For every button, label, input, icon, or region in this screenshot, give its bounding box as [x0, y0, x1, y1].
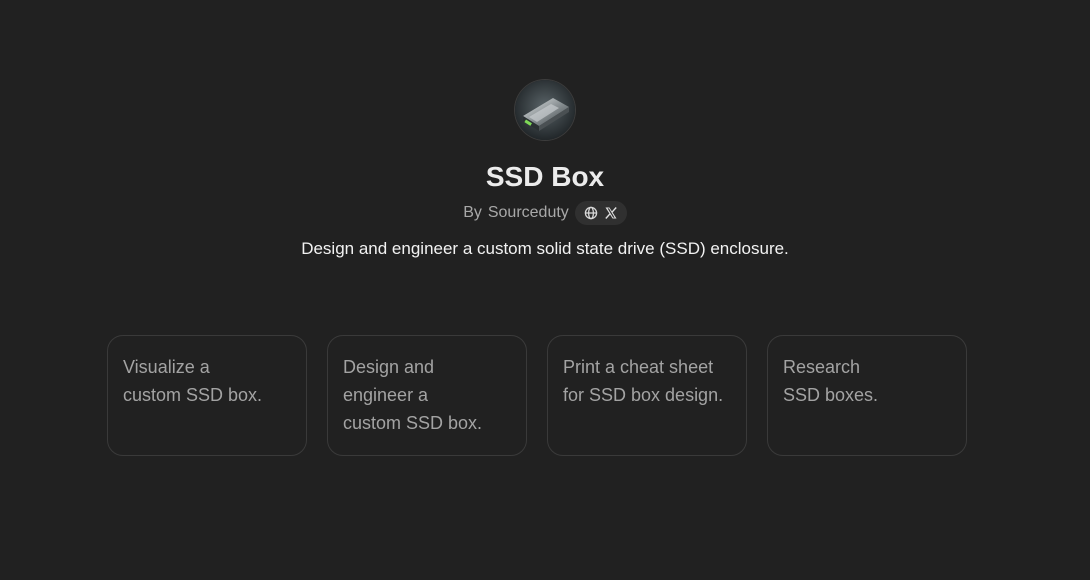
social-links: [574, 201, 627, 225]
gpt-avatar: [515, 80, 575, 140]
starter-card[interactable]: Visualize a custom SSD box.: [107, 335, 307, 456]
starter-line: Design and: [343, 357, 435, 377]
starter-line: Research: [783, 357, 861, 377]
starter-card[interactable]: Research SSD boxes.: [767, 335, 967, 456]
starter-line: Visualize a: [123, 357, 210, 377]
starter-line: engineer a: [343, 385, 429, 405]
starter-card[interactable]: Design and engineer a custom SSD box.: [327, 335, 527, 456]
globe-icon[interactable]: [584, 206, 598, 220]
author-line: By Sourceduty: [463, 201, 627, 225]
starter-card[interactable]: Print a cheat sheet for SSD box design.: [547, 335, 747, 456]
gpt-profile-header: SSD Box By Sourceduty Design and enginee…: [0, 80, 1090, 261]
author-name: Sourceduty: [487, 204, 569, 221]
starter-line: SSD boxes.: [783, 385, 879, 405]
conversation-starters: Visualize a custom SSD box. Design and e…: [107, 335, 967, 456]
gpt-landing-page: SSD Box By Sourceduty Design and enginee…: [0, 0, 1090, 580]
starter-line: Print a cheat sheet: [563, 357, 714, 377]
x-logo-icon[interactable]: [604, 206, 618, 220]
starter-line: for SSD box design.: [563, 385, 724, 405]
gpt-description: Design and engineer a custom solid state…: [301, 239, 789, 258]
starter-line: custom SSD box.: [343, 413, 483, 433]
ssd-enclosure-icon: [515, 80, 575, 140]
author-prefix: By: [463, 204, 482, 221]
starter-line: custom SSD box.: [123, 385, 263, 405]
gpt-title: SSD Box: [485, 161, 605, 192]
